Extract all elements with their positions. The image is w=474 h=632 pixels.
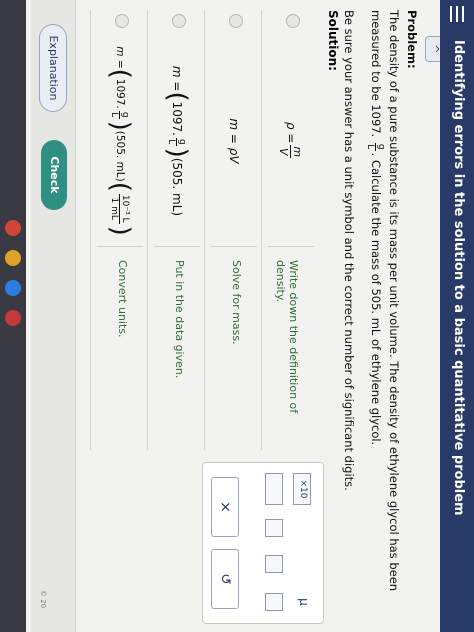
step-1-radio[interactable] — [286, 14, 300, 28]
explanation-button[interactable]: Explanation — [39, 24, 67, 112]
problem-heading: Problem: — [405, 10, 419, 69]
problem-hint: Be sure your answer has a unit symbol an… — [342, 10, 356, 491]
step-4-unit-fraction: g L — [109, 110, 131, 119]
box-template-button-3[interactable] — [265, 593, 283, 611]
step-4-description: Convert units. — [116, 260, 129, 338]
app-icon-blue[interactable] — [5, 280, 21, 296]
step-1-lhs: ρ = — [284, 121, 298, 144]
step-1-description: Write down the definition of density. — [274, 260, 300, 414]
step-1-numerator: m — [290, 145, 305, 159]
step-4-conversion-fraction: 10⁻³ L 1 mL — [109, 193, 131, 224]
check-button[interactable]: Check — [41, 140, 67, 210]
copyright-text: © 20 — [39, 590, 47, 609]
solution-step-3: m = ( 1097. g L ) (505. mL) Put in the d… — [147, 10, 204, 450]
title-bar: Identifying errors in the solution to a … — [440, 0, 474, 632]
step-3-denominator: L — [166, 139, 177, 145]
step-4-volume: (505. mL) — [114, 130, 126, 182]
app-window: Identifying errors in the solution to a … — [0, 0, 474, 632]
step-3-radio[interactable] — [172, 14, 186, 28]
step-1-fraction: m V — [277, 145, 305, 159]
step-4-formula: m = ( 1097. g L ) (505. mL) ( 10⁻³ L 1 m… — [97, 36, 143, 247]
step-3-value: 1097. — [170, 101, 184, 136]
step-1-denominator: V — [277, 147, 291, 156]
box-template-button[interactable] — [265, 519, 283, 537]
undo-button[interactable]: ↺ — [211, 549, 239, 609]
mu-button[interactable]: μ — [295, 593, 311, 611]
step-4-value: 1097. — [114, 78, 126, 109]
step-1-formula: ρ = m V — [268, 36, 314, 247]
step-2-formula: m = ρV — [211, 36, 257, 247]
step-3-unit-fraction: g L — [166, 137, 188, 146]
step-2-radio[interactable] — [229, 14, 243, 28]
unit-denominator: L — [365, 144, 375, 150]
step-4-radio[interactable] — [115, 14, 129, 28]
x10-button[interactable]: ×10 — [293, 473, 311, 505]
fraction-template-button[interactable] — [265, 473, 283, 505]
step-4-lhs: m = — [114, 46, 126, 69]
app-icon-red-2[interactable] — [5, 310, 21, 326]
page-title: Identifying errors in the solution to a … — [451, 40, 466, 516]
taskbar-strip — [0, 0, 26, 632]
app-icon-red[interactable] — [5, 220, 21, 236]
solution-step-1: ρ = m V Write down the definition of den… — [261, 10, 318, 450]
step-2-description: Solve for mass. — [230, 260, 243, 345]
solution-steps: ρ = m V Write down the definition of den… — [90, 10, 318, 450]
step-4-conv-numerator: 10⁻³ L — [119, 193, 131, 224]
step-3-numerator: g — [176, 137, 188, 146]
solution-step-4: m = ( 1097. g L ) (505. mL) ( 10⁻³ L 1 m… — [90, 10, 147, 450]
solution-step-2: m = ρV Solve for mass. — [204, 10, 261, 450]
box-template-button-2[interactable] — [265, 555, 283, 573]
step-3-lhs: m = — [170, 65, 184, 92]
step-3-volume: (505. mL) — [170, 157, 184, 217]
problem-statement: Problem: The density of a pure substance… — [335, 0, 426, 632]
step-3-description: Put in the data given. — [173, 260, 186, 379]
problem-text-end: . Calculate the mass of 505. mL of ethyl… — [369, 152, 383, 446]
step-4-numerator: g — [119, 110, 131, 119]
step-3-formula: m = ( 1097. g L ) (505. mL) — [154, 36, 200, 247]
collapse-button[interactable]: ^ — [425, 36, 441, 62]
menu-icon[interactable] — [450, 6, 464, 22]
close-button[interactable]: × — [211, 477, 239, 537]
step-4-denominator: L — [109, 112, 120, 118]
app-icon-yellow[interactable] — [5, 250, 21, 266]
footer-bar: Explanation Check © 20 — [31, 0, 76, 632]
solution-heading: Solution: — [326, 10, 340, 71]
answer-toolbox: ×10 μ × ↺ — [202, 462, 324, 624]
unit-numerator: g — [375, 142, 386, 151]
density-unit-fraction: g L — [365, 142, 386, 151]
step-4-conv-denominator: 1 mL — [109, 197, 120, 220]
